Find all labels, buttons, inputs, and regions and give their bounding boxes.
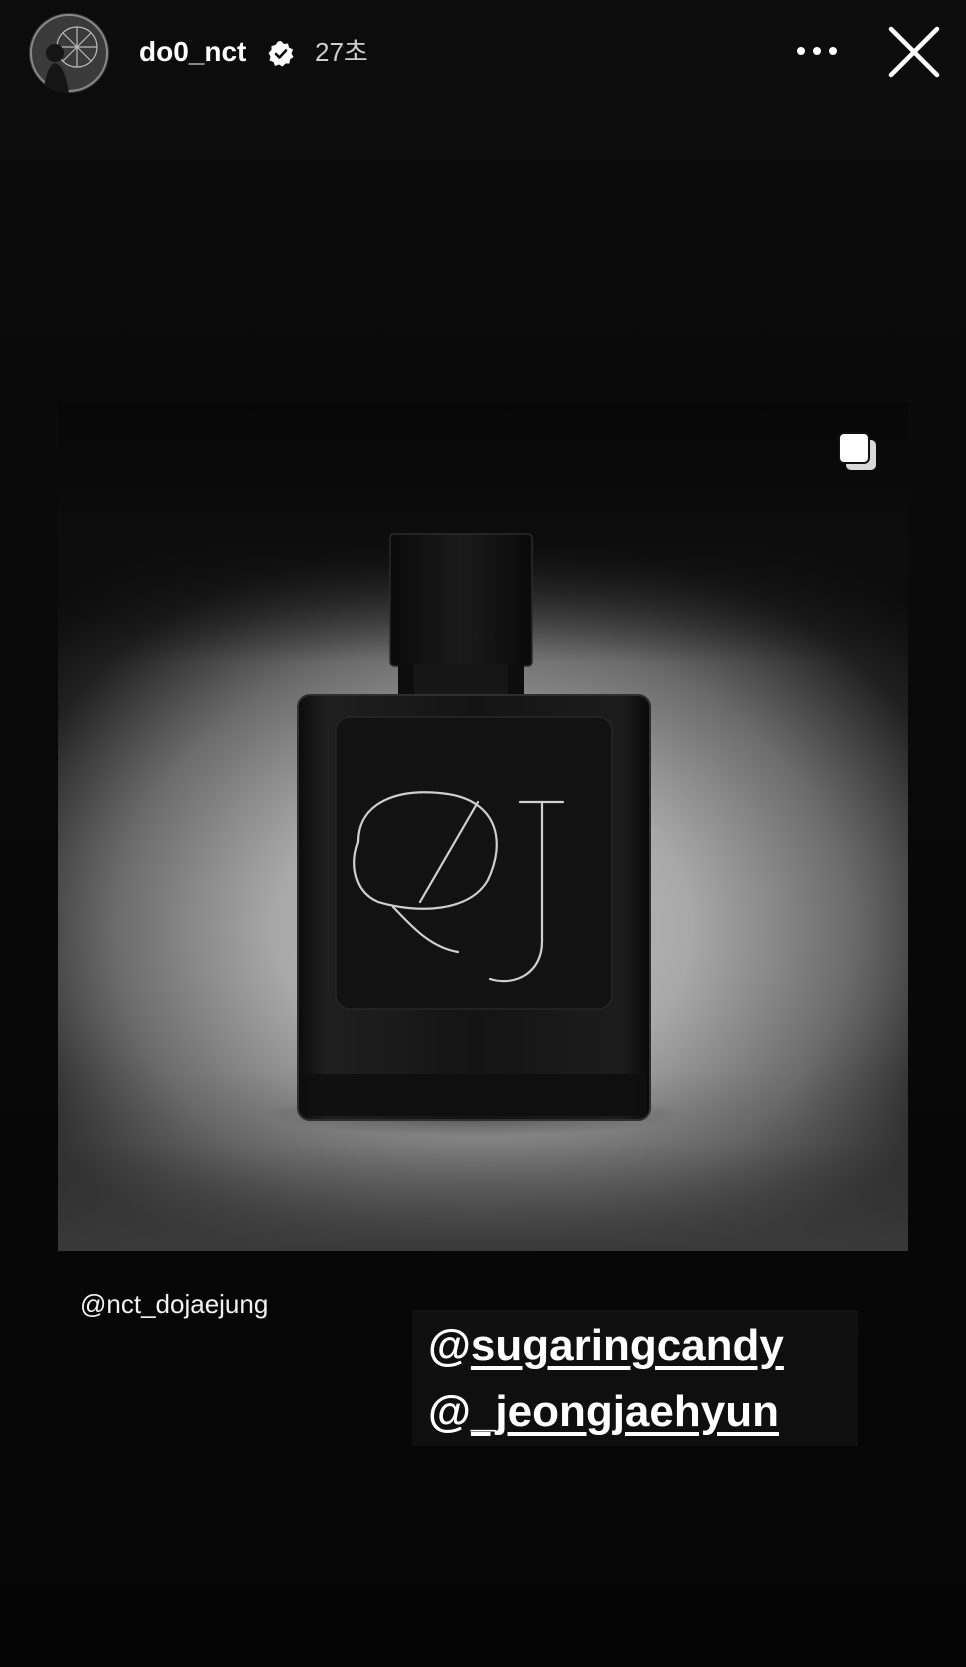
mention-sticker-sugaringcandy[interactable]: @sugaringcandy	[428, 1320, 784, 1372]
close-icon	[888, 26, 940, 78]
more-options-button[interactable]	[792, 36, 842, 66]
username[interactable]: do0_nct	[139, 36, 246, 68]
story-header: do0_nct 27초	[0, 0, 966, 110]
mention-sticker-jeongjaehyun[interactable]: @_jeongjaehyun	[428, 1386, 779, 1438]
mention-at-symbol: @	[428, 1387, 471, 1436]
story-timestamp: 27초	[315, 37, 368, 67]
multiple-images-icon	[836, 430, 880, 474]
shared-post-card[interactable]	[58, 402, 908, 1251]
mention-at-symbol: @	[428, 1321, 471, 1370]
close-button[interactable]	[886, 24, 942, 80]
more-options-icon	[797, 47, 837, 55]
post-source-handle[interactable]: @nct_dojaejung	[80, 1288, 268, 1320]
perfume-bottle-image	[264, 533, 684, 1136]
mention-handle: _jeongjaehyun	[470, 1387, 779, 1436]
avatar[interactable]	[29, 13, 109, 93]
story-viewer: do0_nct 27초 @nct_dojaejung @sugaringcand…	[0, 0, 966, 1667]
mention-handle: sugaringcandy	[470, 1321, 784, 1370]
verified-badge-icon	[267, 40, 295, 68]
